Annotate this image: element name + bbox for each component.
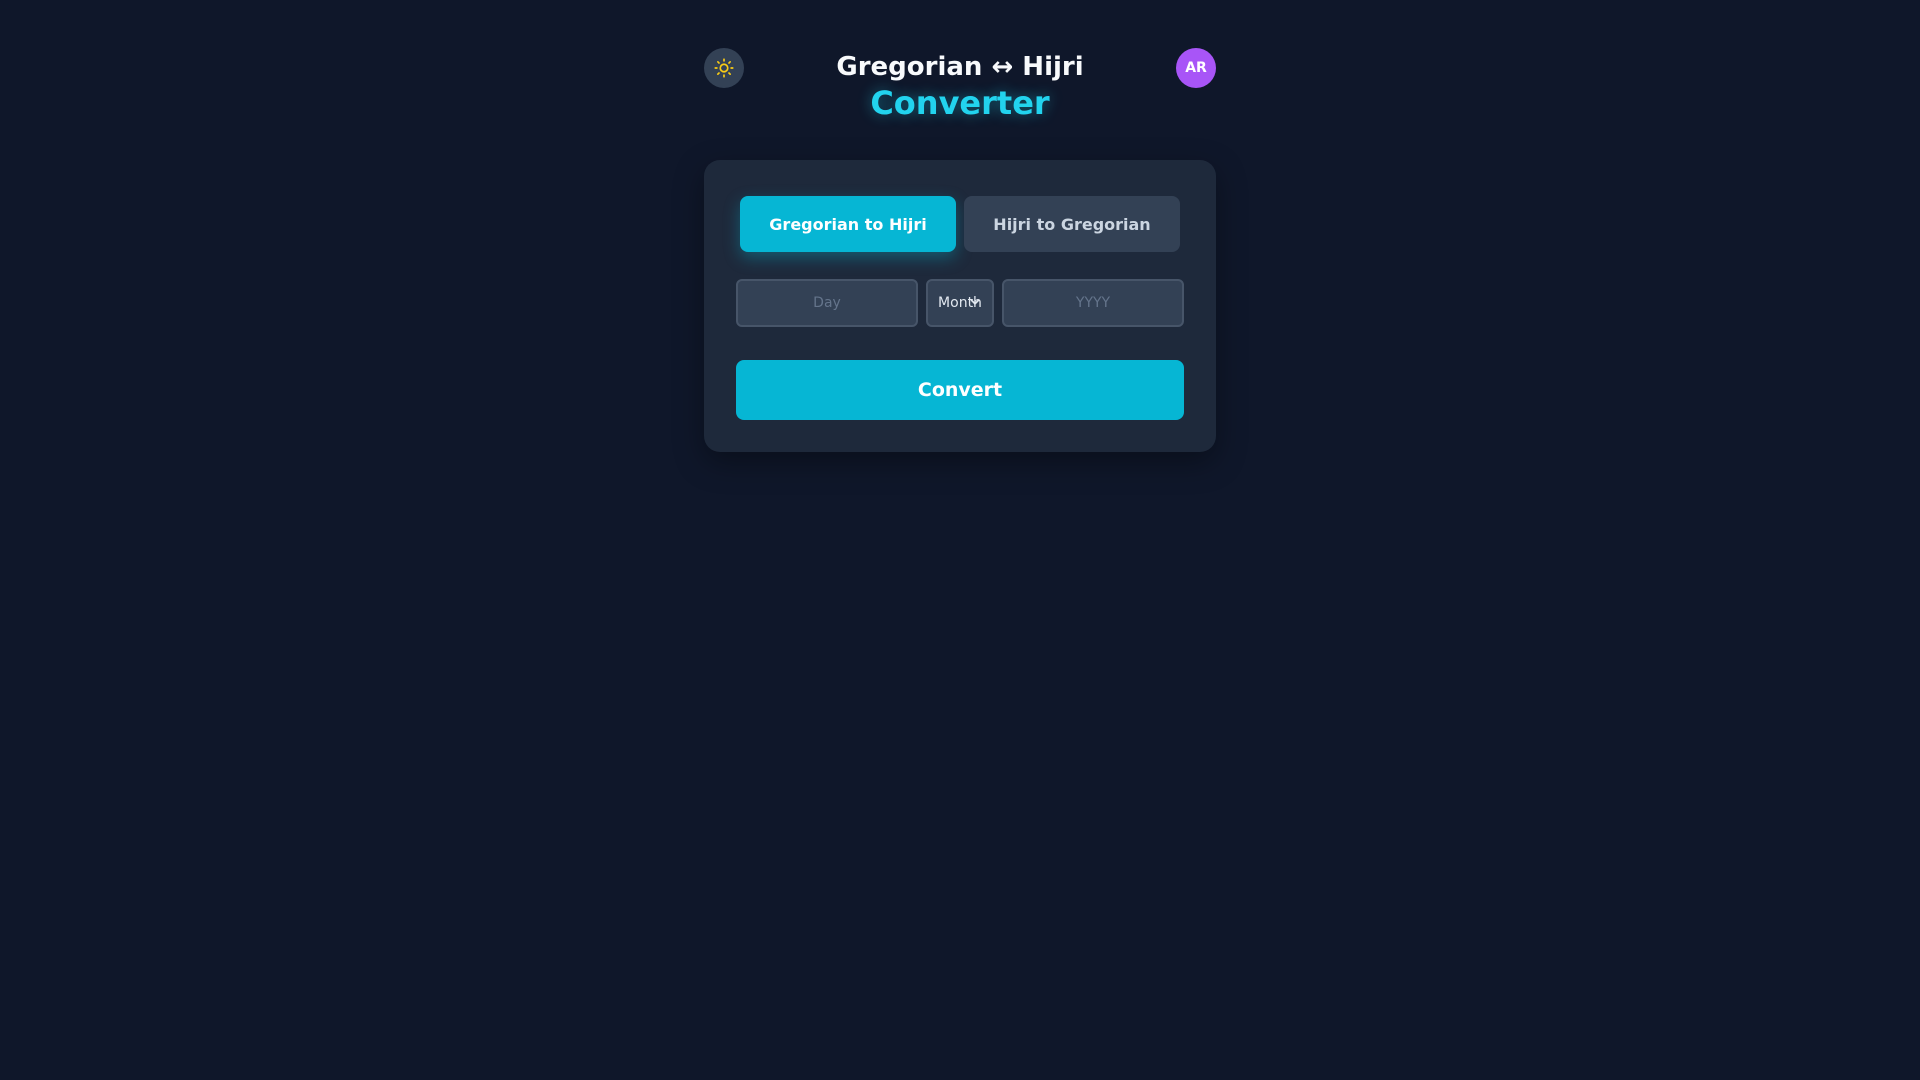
- conversion-mode-tabs: Gregorian to Hijri Hijri to Gregorian: [740, 196, 1180, 252]
- page-title: Gregorian ↔ Hijri Converter: [704, 50, 1216, 122]
- month-select[interactable]: Month: [926, 279, 994, 327]
- tab-hijri-to-gregorian[interactable]: Hijri to Gregorian: [964, 196, 1180, 252]
- page-title-line2: Converter: [870, 84, 1050, 122]
- converter-app: Gregorian ↔ Hijri Converter AR Gregorian…: [704, 0, 1216, 452]
- page-title-line1: Gregorian ↔ Hijri: [836, 52, 1084, 82]
- tab-gregorian-to-hijri[interactable]: Gregorian to Hijri: [740, 196, 956, 252]
- year-input[interactable]: [1002, 279, 1184, 327]
- date-fields: Month: [736, 279, 1184, 327]
- day-input[interactable]: [736, 279, 918, 327]
- converter-card: Gregorian to Hijri Hijri to Gregorian Mo…: [704, 160, 1216, 452]
- header: Gregorian ↔ Hijri Converter AR: [704, 0, 1216, 160]
- user-avatar[interactable]: AR: [1176, 48, 1216, 88]
- chevron-down-icon: [970, 299, 980, 305]
- convert-button[interactable]: Convert: [736, 360, 1184, 420]
